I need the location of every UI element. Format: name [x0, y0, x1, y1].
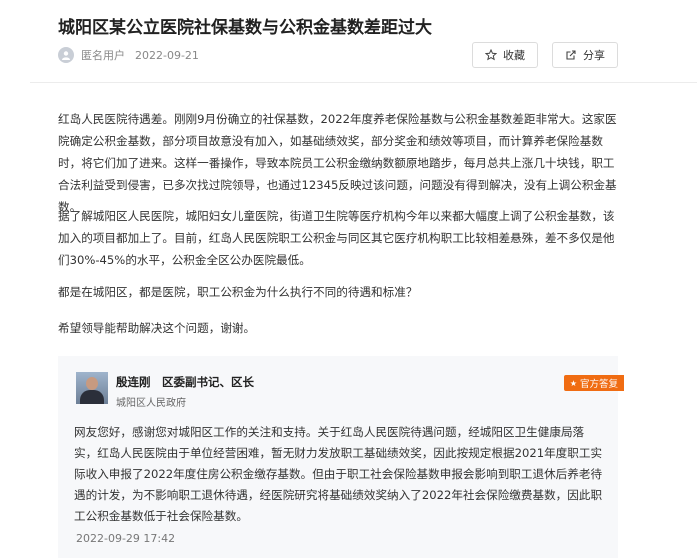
article-paragraph-1: 红岛人民医院待遇差。刚刚9月份确立的社保基数，2022年度养老保险基数与公积金基… — [58, 112, 617, 214]
share-button[interactable]: 分享 — [552, 42, 618, 68]
official-avatar — [76, 372, 108, 404]
star-outline-icon — [485, 49, 497, 61]
article-title: 城阳区某公立医院社保基数与公积金基数差距过大 — [58, 18, 432, 38]
header-divider — [30, 82, 697, 83]
article-paragraph-2: 据了解城阳区人民医院，城阳妇女儿童医院，街道卫生院等医疗机构今年以来都大幅度上调… — [58, 209, 615, 267]
reply-date: 2022-09-29 17:42 — [76, 532, 176, 545]
badge-label: 官方答复 — [579, 379, 618, 390]
official-reply-card: 殷连刚 区委副书记、区长 城阳区人民政府 ★ 官方答复 网友您好，感谢您对城阳区… — [58, 356, 624, 558]
reply-text: 网友您好，感谢您对城阳区工作的关注和支持。关于红岛人民医院待遇问题，经城阳区卫生… — [74, 425, 603, 523]
article-paragraph-3: 都是在城阳区，都是医院，职工公积金为什么执行不同的待遇和标准？ — [58, 285, 418, 299]
share-label: 分享 — [583, 49, 605, 62]
favorite-label: 收藏 — [503, 49, 525, 62]
star-icon: ★ — [569, 378, 577, 388]
article-meta: 匿名用户 2022-09-21 — [58, 47, 199, 63]
article-paragraph-4: 希望领导能帮助解决这个问题，谢谢。 — [58, 321, 256, 335]
official-name: 殷连刚 区委副书记、区长 — [116, 375, 254, 389]
favorite-button[interactable]: 收藏 — [472, 42, 538, 68]
author-name[interactable]: 匿名用户 — [81, 47, 125, 63]
official-department: 城阳区人民政府 — [116, 398, 186, 409]
user-avatar-icon — [58, 47, 74, 63]
share-arrow-icon — [566, 50, 576, 60]
official-reply-badge: ★ 官方答复 — [563, 375, 624, 391]
post-date: 2022-09-21 — [135, 48, 199, 62]
